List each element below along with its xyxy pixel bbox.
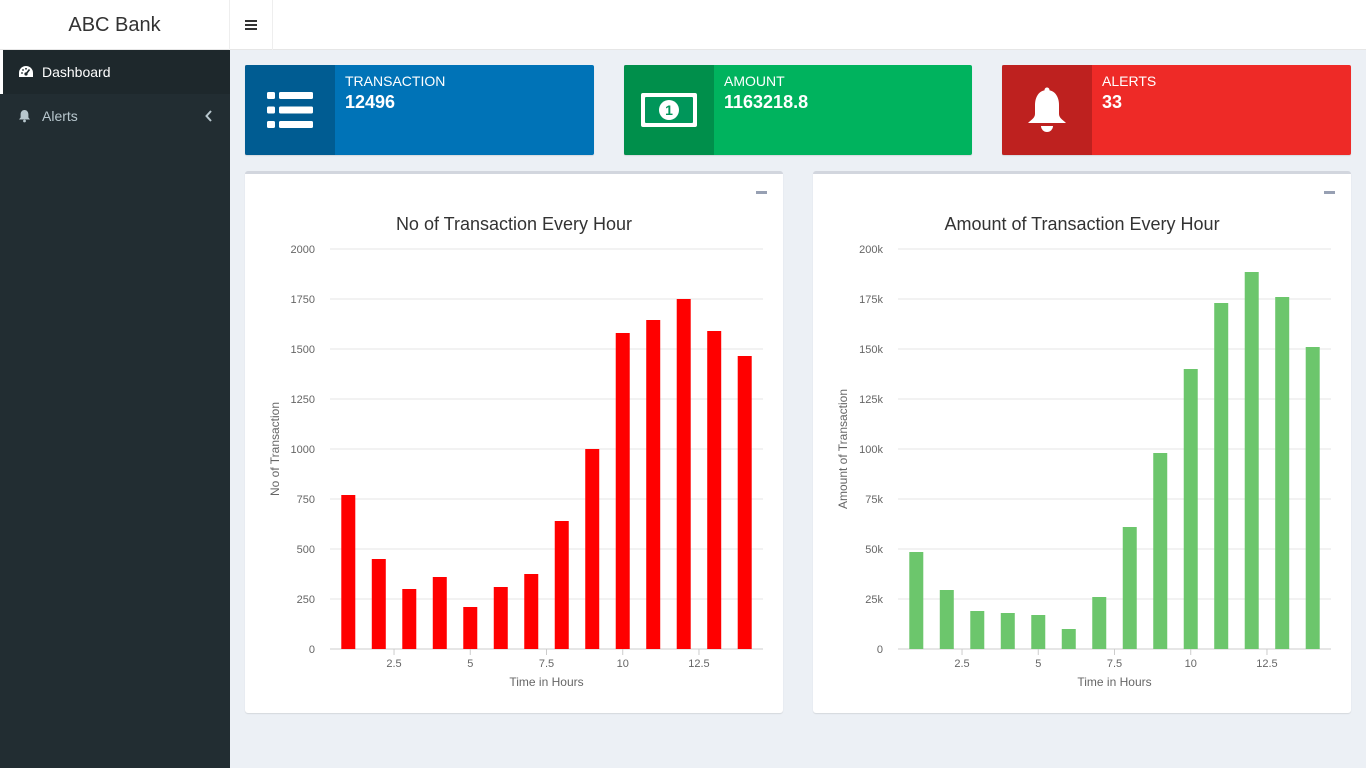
bar[interactable] [1000, 613, 1015, 649]
list-icon [245, 65, 335, 155]
y-tick-label: 750 [297, 494, 315, 506]
x-tick-label: 10 [1185, 658, 1197, 670]
y-tick-label: 1500 [291, 344, 315, 356]
sidebar-item-alerts[interactable]: Alerts [0, 94, 230, 138]
bar[interactable] [1153, 453, 1168, 649]
info-box-label: TRANSACTION [345, 73, 446, 89]
bar[interactable] [1122, 527, 1137, 649]
top-navbar: ABC Bank [0, 0, 1366, 50]
y-tick-label: 2000 [291, 244, 315, 256]
bar[interactable] [1061, 629, 1076, 649]
bar[interactable] [646, 320, 661, 649]
y-tick-label: 100k [859, 444, 883, 456]
transaction-count-chart: No of Transaction Every Hour 0 250 500 750 10… [268, 214, 763, 689]
chart-title: Amount of Transaction Every Hour [944, 214, 1219, 234]
y-tick-label: 1250 [291, 394, 315, 406]
hamburger-icon [245, 20, 257, 30]
x-tick-label: 2.5 [386, 658, 401, 670]
y-tick-label: 0 [877, 644, 883, 656]
sidebar-item-dashboard[interactable]: Dashboard [0, 50, 230, 94]
x-tick-label: 2.5 [954, 658, 969, 670]
dashboard-icon [18, 65, 42, 79]
y-tick-label: 250 [297, 594, 315, 606]
bar[interactable] [1092, 597, 1107, 649]
amount-info-box: 1 AMOUNT 1163218.8 [624, 65, 972, 155]
x-tick-label: 10 [617, 658, 629, 670]
transaction-count-chart-panel: No of Transaction Every Hour 0 250 500 750 10… [245, 171, 783, 713]
x-tick-label: 7.5 [1107, 658, 1122, 670]
bar[interactable] [707, 331, 722, 649]
bar[interactable] [1305, 347, 1320, 649]
bar[interactable] [554, 521, 569, 649]
chart-title: No of Transaction Every Hour [396, 214, 632, 234]
alerts-info-box: ALERTS 33 [1002, 65, 1351, 155]
x-axis-label: Time in Hours [1077, 675, 1151, 689]
bar[interactable] [524, 574, 539, 649]
x-tick-label: 12.5 [1256, 658, 1277, 670]
bar[interactable] [402, 589, 417, 649]
x-tick-label: 5 [467, 658, 473, 670]
bar[interactable] [939, 590, 954, 649]
bar[interactable] [1031, 615, 1046, 649]
y-tick-label: 1750 [291, 294, 315, 306]
x-tick-label: 5 [1035, 658, 1041, 670]
bar[interactable] [970, 611, 985, 649]
bar[interactable] [371, 559, 386, 649]
bar[interactable] [1214, 303, 1229, 649]
bar[interactable] [1275, 297, 1290, 649]
y-tick-label: 1000 [291, 444, 315, 456]
bar[interactable] [615, 333, 630, 649]
bar[interactable] [909, 552, 924, 649]
y-tick-label: 175k [859, 294, 883, 306]
bar[interactable] [585, 449, 600, 649]
y-tick-label: 75k [865, 494, 883, 506]
y-axis-label: Amount of Transaction [836, 389, 850, 509]
info-box-label: ALERTS [1102, 73, 1157, 89]
info-box-value: 33 [1102, 92, 1123, 112]
transaction-info-box: TRANSACTION 12496 [245, 65, 594, 155]
bar[interactable] [432, 577, 447, 649]
bar[interactable] [341, 495, 356, 649]
bar[interactable] [1183, 369, 1198, 649]
y-tick-label: 0 [309, 644, 315, 656]
transaction-amount-chart: Amount of Transaction Every Hour 0 25k 50k 7… [836, 214, 1331, 689]
bar[interactable] [1244, 272, 1259, 649]
bell-icon [18, 109, 42, 123]
y-tick-label: 500 [297, 544, 315, 556]
y-tick-label: 150k [859, 344, 883, 356]
y-axis-label: No of Transaction [268, 402, 282, 496]
sidebar-item-label: Dashboard [42, 64, 111, 80]
transaction-amount-chart-panel: Amount of Transaction Every Hour 0 25k 50k 7… [813, 171, 1351, 713]
info-box-value: 1163218.8 [724, 92, 809, 112]
bell-icon [1002, 65, 1092, 155]
bar[interactable] [463, 607, 478, 649]
y-tick-label: 25k [865, 594, 883, 606]
x-tick-label: 7.5 [539, 658, 554, 670]
y-tick-label: 50k [865, 544, 883, 556]
sidebar-item-label: Alerts [42, 108, 78, 124]
chevron-left-icon [205, 109, 212, 125]
y-tick-label: 200k [859, 244, 883, 256]
bar[interactable] [493, 587, 508, 649]
bar[interactable] [676, 299, 691, 649]
svg-text:1: 1 [665, 102, 673, 118]
brand-logo[interactable]: ABC Bank [0, 0, 230, 50]
money-icon: 1 [624, 65, 714, 155]
x-axis-label: Time in Hours [509, 675, 583, 689]
sidebar: Dashboard Alerts [0, 50, 230, 768]
bar[interactable] [737, 356, 752, 649]
y-tick-label: 125k [859, 394, 883, 406]
info-box-value: 12496 [345, 92, 396, 112]
x-tick-label: 12.5 [688, 658, 709, 670]
sidebar-toggle-button[interactable] [230, 0, 273, 50]
info-box-label: AMOUNT [724, 73, 785, 89]
